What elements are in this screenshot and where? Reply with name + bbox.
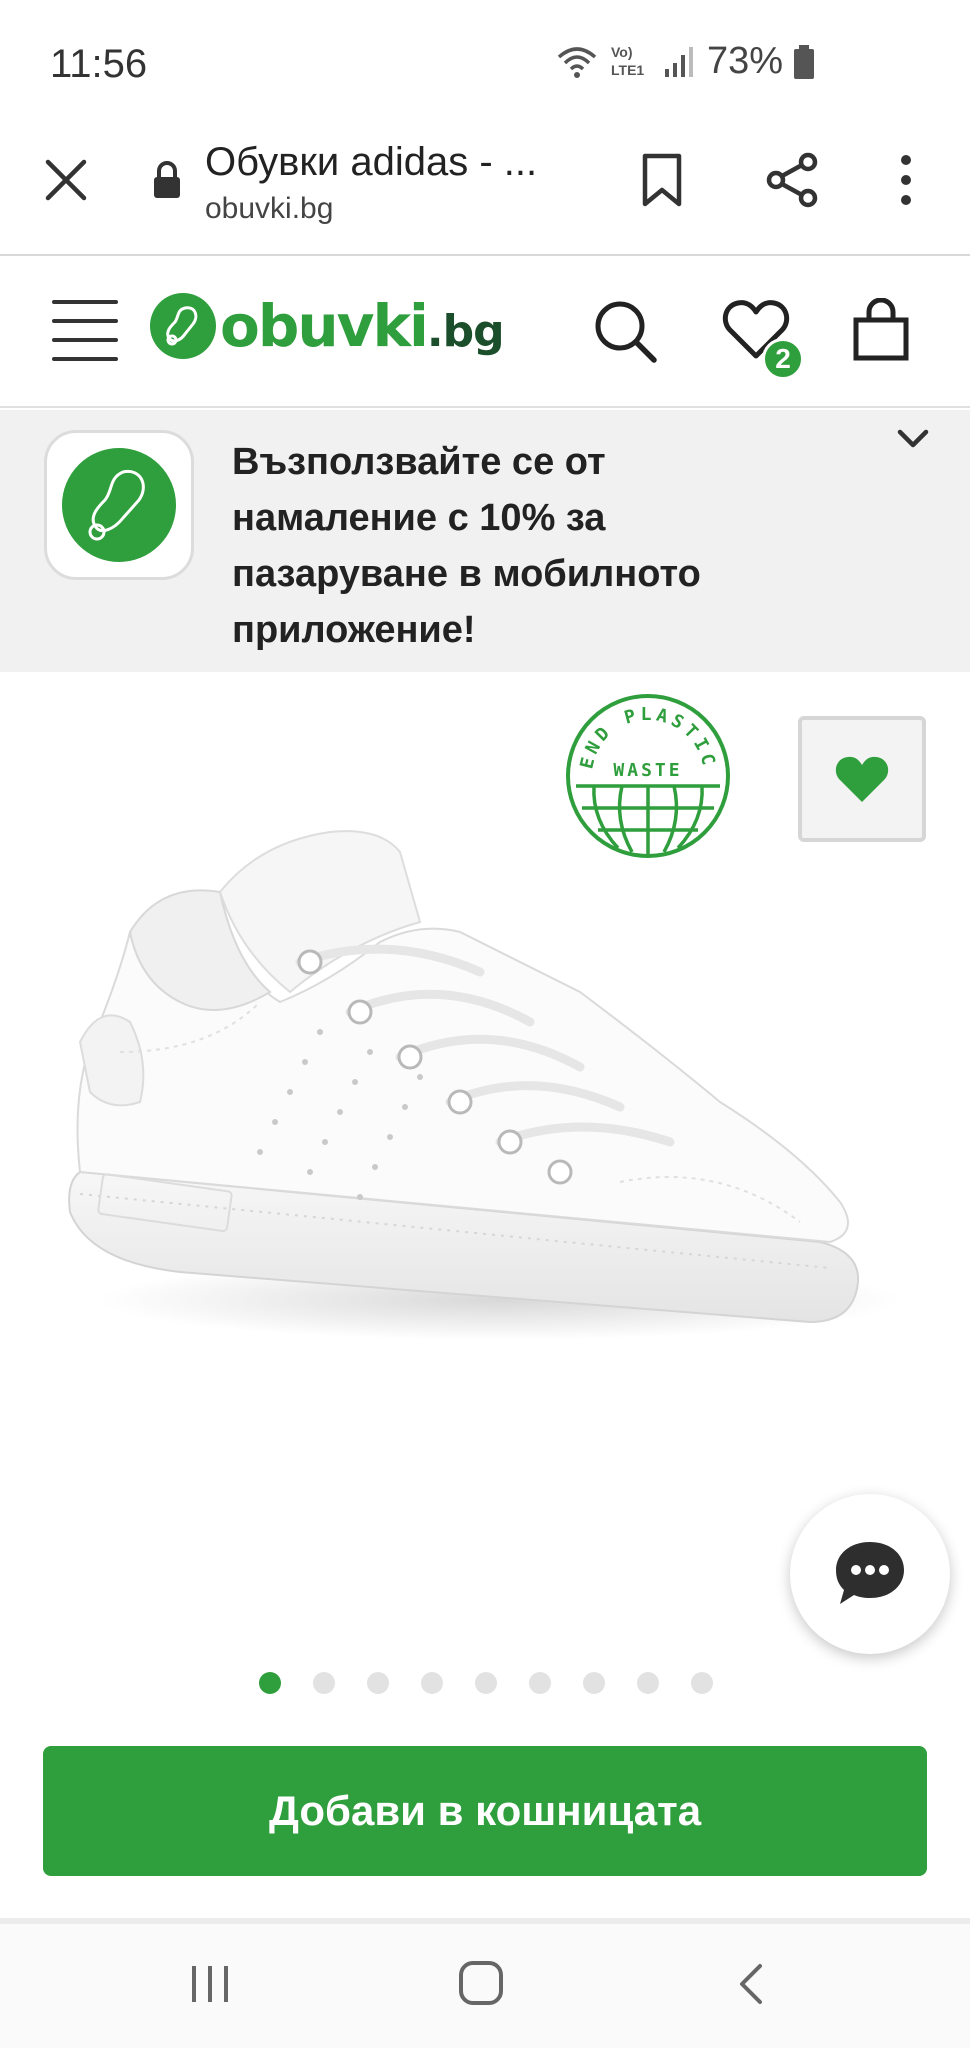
app-promo-banner[interactable]: Възползвайте се от намаление с 10% за па… xyxy=(0,410,970,672)
home-icon xyxy=(459,1961,503,2005)
close-tab-button[interactable] xyxy=(44,158,88,202)
search-icon xyxy=(595,301,657,363)
bookmark-icon xyxy=(642,153,682,207)
share-icon xyxy=(766,152,818,208)
pagination-dot[interactable] xyxy=(475,1672,497,1694)
eco-badge-line2: WASTE xyxy=(613,760,682,781)
pagination-dot[interactable] xyxy=(529,1672,551,1694)
recent-apps-button[interactable] xyxy=(190,1964,230,2009)
collapse-banner-button[interactable] xyxy=(896,426,930,457)
lte-label-bottom: LTE1 xyxy=(611,62,644,78)
footprint-app-icon xyxy=(62,448,176,562)
recent-apps-icon xyxy=(192,1966,228,2002)
battery-icon xyxy=(794,44,814,79)
bookmark-button[interactable] xyxy=(640,152,684,213)
add-to-cart-button[interactable]: Добави в кошницата xyxy=(43,1746,927,1876)
close-icon xyxy=(45,159,87,201)
image-pagination xyxy=(0,1672,970,1694)
hamburger-line xyxy=(52,338,118,342)
lte-icon: Vo) LTE1 xyxy=(611,44,644,78)
home-button[interactable] xyxy=(458,1960,504,2011)
logo-text: obuvki xyxy=(220,292,429,360)
promo-text: Възползвайте се от намаление с 10% за па… xyxy=(232,441,701,651)
pagination-dot[interactable] xyxy=(259,1672,281,1694)
pagination-dot[interactable] xyxy=(367,1672,389,1694)
signal-icon xyxy=(664,46,693,77)
product-image[interactable] xyxy=(60,822,910,1387)
lock-icon[interactable] xyxy=(152,160,182,205)
status-indicators: Vo) LTE1 73% xyxy=(555,40,815,83)
site-logo[interactable]: obuvki .bg xyxy=(150,292,505,360)
hamburger-line xyxy=(52,357,118,361)
battery-level: 73% xyxy=(706,40,783,82)
footprint-logo-icon xyxy=(150,293,216,359)
status-bar: 11:56 Vo) LTE1 73% xyxy=(0,0,970,130)
wifi-icon xyxy=(557,46,597,78)
hamburger-line xyxy=(52,300,118,304)
hamburger-line xyxy=(52,319,118,323)
share-button[interactable] xyxy=(764,152,820,213)
back-button[interactable] xyxy=(736,1962,766,2011)
more-options-button[interactable] xyxy=(896,152,916,213)
pagination-dot[interactable] xyxy=(313,1672,335,1694)
browser-toolbar: Обувки adidas - ... obuvki.bg xyxy=(0,130,970,256)
back-chevron-icon xyxy=(740,1964,762,2004)
product-gallery[interactable]: END PLASTIC WASTE xyxy=(0,672,970,1712)
shopping-bag-icon xyxy=(853,297,909,361)
menu-button[interactable] xyxy=(52,300,118,361)
cart-button[interactable] xyxy=(852,297,910,367)
pagination-dot[interactable] xyxy=(637,1672,659,1694)
pagination-dot[interactable] xyxy=(421,1672,443,1694)
chat-bubble-icon xyxy=(836,1542,904,1604)
chat-button[interactable] xyxy=(790,1494,950,1654)
more-vertical-icon xyxy=(901,155,911,205)
page-url[interactable]: obuvki.bg xyxy=(205,192,333,226)
system-navigation-bar xyxy=(0,1924,970,2048)
page-title[interactable]: Обувки adidas - ... xyxy=(205,140,537,185)
status-time: 11:56 xyxy=(50,42,148,86)
app-icon xyxy=(44,430,194,580)
site-header: obuvki .bg 2 xyxy=(0,256,970,408)
pagination-dot[interactable] xyxy=(691,1672,713,1694)
search-button[interactable] xyxy=(592,298,658,369)
logo-tld: .bg xyxy=(426,305,505,357)
pagination-dot[interactable] xyxy=(583,1672,605,1694)
lte-label-top: Vo) xyxy=(611,44,633,60)
wishlist-count-badge: 2 xyxy=(762,338,804,380)
chevron-down-icon xyxy=(897,429,929,448)
heart-filled-icon xyxy=(835,756,889,802)
